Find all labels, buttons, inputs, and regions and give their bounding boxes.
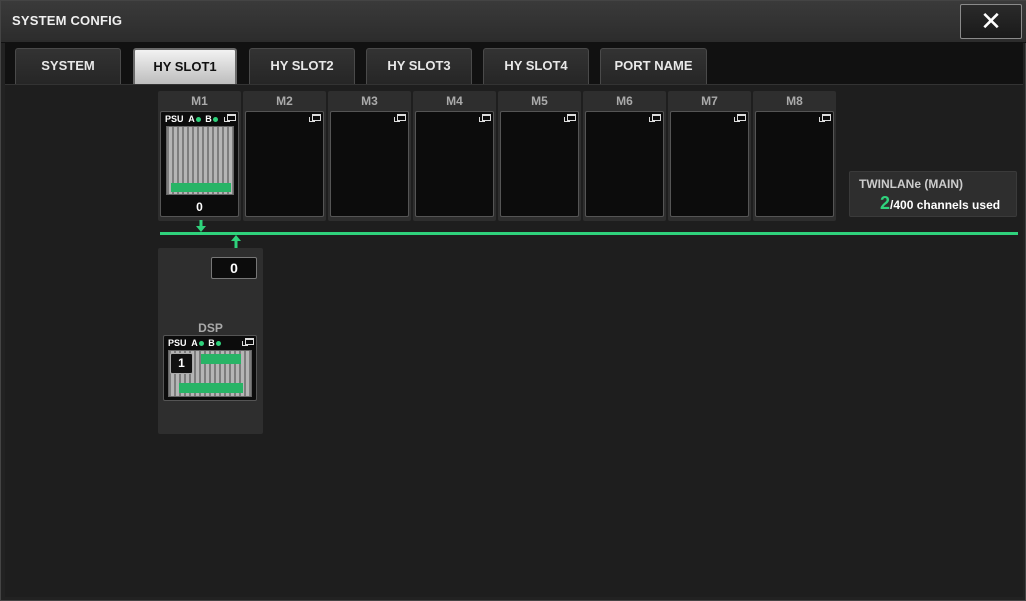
a-label: A: [191, 338, 198, 348]
tab-port-name[interactable]: PORT NAME: [600, 48, 707, 84]
open-window-icon[interactable]: [734, 114, 746, 122]
module-label-m1: M1: [191, 94, 208, 108]
module-label-m8: M8: [786, 94, 803, 108]
open-window-icon[interactable]: [564, 114, 576, 122]
rack-unit-image: [166, 126, 234, 195]
b-label: B: [208, 338, 215, 348]
open-window-icon[interactable]: [819, 114, 831, 122]
close-button[interactable]: ✕: [960, 4, 1022, 39]
system-config-window: SYSTEM CONFIG ✕ SYSTEM HY SLOT1 HY SLOT2…: [0, 0, 1026, 601]
arrow-up-icon: [231, 235, 241, 248]
module-label-m7: M7: [701, 94, 718, 108]
tab-system[interactable]: SYSTEM: [15, 48, 121, 84]
open-window-icon[interactable]: [479, 114, 491, 122]
open-window-icon[interactable]: [224, 114, 236, 122]
channels-used: 2/400 channels used: [880, 193, 1000, 214]
tab-hy-slot3[interactable]: HY SLOT3: [366, 48, 472, 84]
psu-status: PSU A B: [165, 114, 220, 124]
a-status-dot: [195, 116, 201, 122]
tab-bar: SYSTEM HY SLOT1 HY SLOT2 HY SLOT3 HY SLO…: [5, 43, 1023, 85]
a-status-dot: [198, 340, 204, 346]
module-slot-m6[interactable]: [585, 111, 664, 217]
dsp-label: DSP: [198, 321, 223, 335]
module-label-m4: M4: [446, 94, 463, 108]
dsp-channel-count: 0: [211, 257, 257, 279]
b-label: B: [205, 114, 212, 124]
title-bar: SYSTEM CONFIG ✕: [1, 1, 1026, 43]
psu-label: PSU: [168, 338, 187, 348]
twinlane-status-box: TWINLANe (MAIN) 2/400 channels used: [849, 171, 1017, 217]
module-slot-m1[interactable]: PSU A B 0: [160, 111, 239, 217]
channels-used-count: 2: [880, 193, 891, 213]
open-window-icon[interactable]: [309, 114, 321, 122]
module-slot-m2[interactable]: [245, 111, 324, 217]
twinlane-bus-line: [160, 232, 1018, 235]
module-label-m2: M2: [276, 94, 293, 108]
twinlane-title: TWINLANe (MAIN): [859, 177, 963, 191]
open-window-icon[interactable]: [394, 114, 406, 122]
tab-hy-slot1[interactable]: HY SLOT1: [133, 48, 237, 84]
psu-status: PSU A B: [168, 338, 223, 348]
channels-used-suffix: /400 channels used: [890, 198, 1001, 212]
module-slot-m7[interactable]: [670, 111, 749, 217]
open-window-icon[interactable]: [649, 114, 661, 122]
module-slot-m4[interactable]: [415, 111, 494, 217]
module-slot-m3[interactable]: [330, 111, 409, 217]
a-label: A: [188, 114, 195, 124]
arrow-down-icon: [196, 220, 206, 233]
window-title: SYSTEM CONFIG: [12, 13, 123, 28]
module-label-m5: M5: [531, 94, 548, 108]
m1-channel-count: 0: [196, 200, 203, 214]
dsp-slot[interactable]: PSU A B 1: [163, 335, 257, 401]
module-label-m3: M3: [361, 94, 378, 108]
module-slot-m5[interactable]: [500, 111, 579, 217]
tab-hy-slot2[interactable]: HY SLOT2: [249, 48, 355, 84]
b-status-dot: [215, 340, 221, 346]
psu-label: PSU: [165, 114, 184, 124]
module-label-m6: M6: [616, 94, 633, 108]
tab-hy-slot4[interactable]: HY SLOT4: [483, 48, 589, 84]
b-status-dot: [212, 116, 218, 122]
dsp-unit-id: 1: [170, 353, 193, 374]
module-slot-m8[interactable]: [755, 111, 834, 217]
open-window-icon[interactable]: [242, 338, 254, 346]
